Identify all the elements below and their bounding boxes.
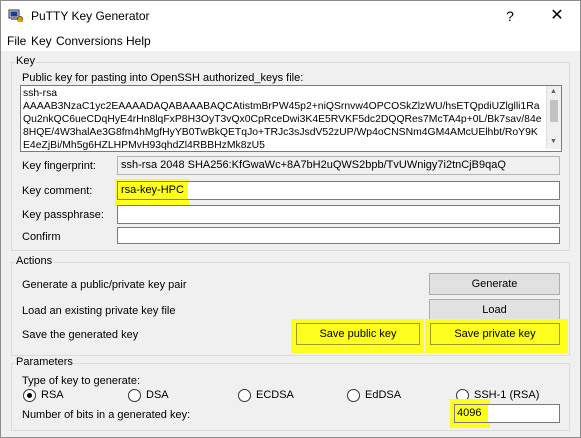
radio-ecdsa[interactable] xyxy=(238,389,251,402)
parameters-group-title: Parameters xyxy=(15,356,74,368)
radio-eddsa[interactable] xyxy=(347,389,360,402)
generate-button[interactable]: Generate xyxy=(429,273,560,295)
generate-label: Generate a public/private key pair xyxy=(22,279,187,291)
key-passphrase-label: Key passphrase: xyxy=(22,209,104,221)
bits-label: Number of bits in a generated key: xyxy=(22,409,191,421)
scroll-down-icon[interactable]: ▼ xyxy=(550,138,557,145)
key-type-label: Type of key to generate: xyxy=(22,375,141,387)
menu-bar: File Key Conversions Help xyxy=(1,31,580,51)
public-key-label: Public key for pasting into OpenSSH auth… xyxy=(22,72,304,84)
key-comment-label: Key comment: xyxy=(22,185,93,197)
load-label: Load an existing private key file xyxy=(22,305,176,317)
fingerprint-value: ssh-rsa 2048 SHA256:KfGwaWc+8A7bH2uQWS2b… xyxy=(121,159,506,171)
radio-dsa-label[interactable]: DSA xyxy=(146,389,169,401)
window-title: PuTTY Key Generator xyxy=(31,9,150,23)
save-label: Save the generated key xyxy=(22,329,139,341)
fingerprint-label: Key fingerprint: xyxy=(22,160,96,172)
public-key-text: ssh-rsa AAAAB3NzaC1yc2EAAAADAQABAAABAQCA… xyxy=(23,88,542,151)
radio-eddsa-label[interactable]: EdDSA xyxy=(365,389,401,401)
save-public-key-button[interactable]: Save public key xyxy=(296,323,420,345)
actions-group-title: Actions xyxy=(15,255,54,267)
key-comment-value: rsa-key-HPC xyxy=(121,184,184,196)
scroll-up-icon[interactable]: ▲ xyxy=(550,88,557,95)
fingerprint-field[interactable]: ssh-rsa 2048 SHA256:KfGwaWc+8A7bH2uQWS2b… xyxy=(117,156,560,175)
radio-dsa[interactable] xyxy=(128,389,141,402)
title-bar: PuTTY Key Generator ? ✕ xyxy=(1,1,580,31)
load-button[interactable]: Load xyxy=(429,299,560,321)
menu-file[interactable]: File xyxy=(7,34,26,48)
close-button[interactable]: ✕ xyxy=(534,1,580,31)
radio-rsa-label[interactable]: RSA xyxy=(41,389,64,401)
bits-value: 4096 xyxy=(457,407,482,419)
key-comment-field[interactable]: rsa-key-HPC xyxy=(117,181,560,200)
putty-key-generator-window: PuTTY Key Generator ? ✕ File Key Convers… xyxy=(0,0,581,438)
bits-field[interactable]: 4096 xyxy=(454,404,560,423)
public-key-scrollbar[interactable]: ▲ ▼ xyxy=(546,86,561,149)
public-key-textbox[interactable]: ssh-rsa AAAAB3NzaC1yc2EAAAADAQABAAABAQCA… xyxy=(20,85,562,152)
key-group-title: Key xyxy=(15,55,36,67)
menu-conversions[interactable]: Conversions xyxy=(56,34,123,48)
scroll-thumb[interactable] xyxy=(550,100,558,122)
save-private-key-button[interactable]: Save private key xyxy=(430,323,560,345)
help-button[interactable]: ? xyxy=(487,1,533,31)
radio-rsa[interactable] xyxy=(23,389,36,402)
menu-help[interactable]: Help xyxy=(126,34,151,48)
menu-key[interactable]: Key xyxy=(31,34,52,48)
radio-ecdsa-label[interactable]: ECDSA xyxy=(256,389,294,401)
key-passphrase-field[interactable] xyxy=(117,205,560,224)
confirm-field[interactable] xyxy=(117,227,560,244)
putty-keygen-icon xyxy=(8,9,23,22)
confirm-label: Confirm xyxy=(22,231,61,243)
